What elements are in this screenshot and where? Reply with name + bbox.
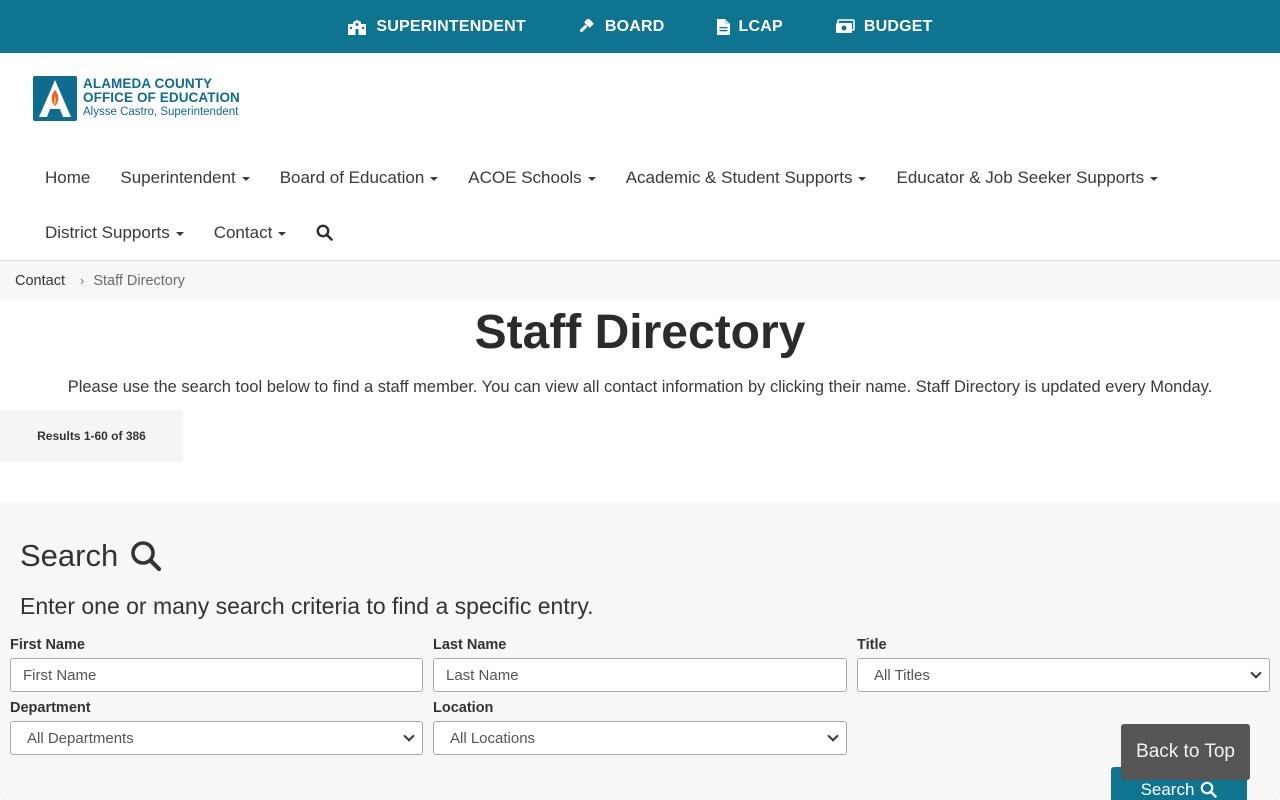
search-icon — [131, 541, 162, 572]
caret-down-icon — [858, 176, 867, 181]
last-name-field-group: Last Name — [433, 637, 847, 692]
nav-item-label: Board of Education — [279, 167, 425, 187]
logo-line-2: OFFICE OF EDUCATION — [83, 90, 240, 105]
nav-item-academic-student-supports[interactable]: Academic & Student Supports — [611, 168, 882, 188]
department-select-value: All Departments — [27, 729, 134, 747]
caret-down-icon — [278, 231, 287, 236]
nav-item-superintendent[interactable]: Superintendent — [105, 168, 264, 188]
logo-text: ALAMEDA COUNTY OFFICE OF EDUCATION Alyss… — [83, 77, 240, 119]
location-select-value: All Locations — [450, 729, 536, 747]
last-name-label: Last Name — [433, 637, 507, 653]
topbar-link-budget[interactable]: BUDGET — [835, 18, 933, 36]
first-name-label: First Name — [10, 637, 85, 653]
nav-item-contact[interactable]: Contact — [199, 223, 302, 243]
nav-item-district-supports[interactable]: District Supports — [30, 223, 199, 243]
caret-down-icon — [587, 176, 596, 181]
title-label: Title — [857, 637, 887, 653]
search-subheading: Enter one or many search criteria to fin… — [20, 593, 594, 619]
nav-item-educator-job-seeker-supports[interactable]: Educator & Job Seeker Supports — [881, 168, 1173, 188]
nav-item-label: Contact — [213, 222, 273, 242]
department-select[interactable]: All Departments — [10, 721, 423, 755]
location-field-group: Location All Locations — [433, 700, 847, 755]
nav-item-acoe-schools[interactable]: ACOE Schools — [453, 168, 610, 188]
acoe-logo-mark — [33, 75, 77, 121]
document-icon — [716, 18, 730, 35]
location-select[interactable]: All Locations — [433, 721, 847, 755]
nav-item-label: Home — [45, 167, 91, 187]
logo-line-1: ALAMEDA COUNTY — [83, 76, 213, 91]
acoe-logo[interactable]: ALAMEDA COUNTY OFFICE OF EDUCATION Alyss… — [33, 75, 240, 121]
caret-down-icon — [241, 176, 250, 181]
caret-down-icon — [430, 176, 439, 181]
topbar-link-superintendent[interactable]: SUPERINTENDENT — [347, 17, 526, 36]
title-select-value: All Titles — [874, 666, 930, 684]
nav-item-board-of-education[interactable]: Board of Education — [265, 168, 454, 188]
search-heading-text: Search — [20, 538, 119, 573]
breadcrumb: Contact › Staff Directory — [0, 261, 1280, 300]
department-field-group: Department All Departments — [10, 700, 423, 755]
nav-item-label: Superintendent — [120, 167, 236, 187]
title-select[interactable]: All Titles — [857, 658, 1270, 692]
chevron-right-icon: › — [79, 273, 85, 288]
title-field-group: Title All Titles — [857, 637, 1270, 692]
caret-down-icon — [1150, 176, 1159, 181]
search-button-label: Search — [1140, 780, 1195, 799]
breadcrumb-link-contact[interactable]: Contact — [15, 273, 65, 289]
caret-down-icon — [175, 231, 184, 236]
page-intro: Please use the search tool below to find… — [67, 378, 1213, 396]
last-name-input[interactable] — [433, 658, 847, 692]
location-label: Location — [433, 700, 494, 716]
first-name-field-group: First Name — [10, 637, 423, 692]
main-nav-row-2: District Supports Contact — [30, 205, 1250, 260]
nav-item-label: Academic & Student Supports — [625, 167, 853, 187]
search-icon — [1201, 781, 1218, 798]
breadcrumb-current: Staff Directory — [93, 272, 185, 289]
search-icon — [316, 224, 334, 241]
chevron-down-icon — [1250, 667, 1262, 679]
nav-search-button[interactable] — [301, 224, 348, 241]
logo-line-3: Alysse Castro, Superintendent — [83, 106, 239, 118]
main-nav: Home Superintendent Board of Education A… — [30, 150, 1250, 260]
money-icon — [835, 18, 855, 33]
search-heading: Search — [20, 538, 162, 574]
results-count: Results 1-60 of 386 — [0, 410, 183, 462]
top-utility-bar: SUPERINTENDENT BOARD LCAP BUDGET — [0, 0, 1280, 53]
gavel-icon — [579, 18, 594, 32]
chevron-down-icon — [403, 730, 415, 742]
topbar-link-lcap[interactable]: LCAP — [716, 17, 783, 36]
topbar-label: BUDGET — [863, 17, 933, 35]
nav-item-label: Educator & Job Seeker Supports — [896, 167, 1145, 187]
topbar-label: SUPERINTENDENT — [376, 17, 526, 35]
main-nav-row-1: Home Superintendent Board of Education A… — [30, 150, 1250, 205]
department-label: Department — [10, 700, 91, 716]
first-name-input[interactable] — [10, 658, 423, 692]
topbar-link-board[interactable]: BOARD — [578, 18, 665, 36]
school-icon — [348, 19, 367, 35]
topbar-label: LCAP — [738, 17, 783, 35]
nav-item-label: ACOE Schools — [468, 167, 582, 187]
nav-item-label: District Supports — [45, 222, 170, 242]
page-title: Staff Directory — [474, 306, 806, 359]
chevron-down-icon — [827, 730, 839, 742]
topbar-label: BOARD — [604, 17, 665, 35]
back-to-top-button[interactable]: Back to Top — [1121, 724, 1250, 780]
nav-item-home[interactable]: Home — [30, 168, 105, 188]
